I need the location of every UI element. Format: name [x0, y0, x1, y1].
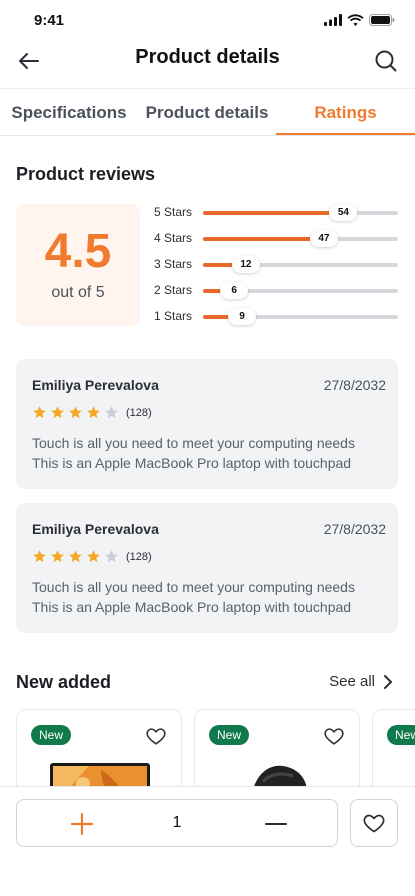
new-badge: New: [31, 725, 72, 745]
heart-icon: [363, 814, 385, 833]
nav-bar: Product details: [0, 40, 415, 84]
reviewer-name: Emiliya Perevalova: [32, 377, 159, 393]
rating-row-label: 4 Stars: [154, 231, 193, 245]
wishlist-button[interactable]: [350, 799, 398, 847]
heart-icon[interactable]: [323, 725, 345, 747]
minus-icon[interactable]: [263, 811, 289, 837]
reviewer-name: Emiliya Perevalova: [32, 521, 159, 537]
review-text-line: This is an Apple MacBook Pro laptop with…: [32, 599, 352, 615]
rating-row-label: 2 Stars: [154, 283, 193, 297]
rating-count-badge: 47: [309, 230, 338, 247]
rating-bar-track: 54: [203, 204, 398, 221]
rating-row-5: 5 Stars 54: [152, 204, 400, 230]
review-date: 27/8/2032: [323, 521, 386, 537]
reviews-section-title: Product reviews: [16, 164, 156, 184]
average-rating-box: 4.5 out of 5: [16, 204, 140, 326]
star-icon: [69, 406, 82, 419]
star-icon: [33, 550, 46, 563]
star-icon: [33, 406, 46, 419]
smartwatch-image: [253, 765, 307, 789]
product-card[interactable]: New: [372, 709, 415, 789]
star-icon: [87, 550, 100, 563]
star-icon: [87, 406, 100, 419]
status-icons: [324, 14, 395, 26]
tab-bar: Specifications Product details Ratings: [0, 88, 415, 136]
rating-bar-track: 6: [203, 282, 398, 299]
product-card[interactable]: New: [194, 709, 360, 789]
page-title: Product details: [135, 46, 280, 68]
laptop-image: [50, 763, 150, 789]
review-count: (128): [126, 550, 152, 563]
star-icon: [69, 550, 82, 563]
see-all-link[interactable]: See all: [329, 673, 393, 690]
star-icon: [105, 406, 118, 419]
bottom-action-bar: 1: [0, 786, 415, 896]
review-stars: (128): [32, 549, 152, 564]
battery-icon: [369, 14, 395, 26]
quantity-stepper: 1: [16, 799, 338, 847]
review-text-line: This is an Apple MacBook Pro laptop with…: [32, 455, 352, 471]
rating-count-badge: 54: [329, 204, 358, 221]
see-all-label: See all: [329, 673, 375, 690]
rating-row-2: 2 Stars 6: [152, 282, 400, 308]
tab-ratings[interactable]: Ratings: [276, 89, 415, 136]
search-icon[interactable]: [373, 48, 399, 74]
rating-bar-track: 9: [203, 308, 398, 325]
new-badge: New: [209, 725, 250, 745]
review-date: 27/8/2032: [323, 377, 386, 393]
review-card: Emiliya Perevalova 27/8/2032 (128) Touch…: [16, 503, 398, 633]
rating-row-label: 1 Stars: [154, 309, 193, 323]
star-icon: [51, 406, 64, 419]
review-text-line: Touch is all you need to meet your compu…: [32, 435, 355, 451]
rating-scale-label: out of 5: [51, 284, 105, 301]
rating-count-badge: 6: [220, 282, 249, 299]
product-carousel: New New New: [16, 709, 415, 789]
new-badge: New: [387, 725, 415, 745]
product-card[interactable]: New: [16, 709, 182, 789]
wifi-icon: [347, 14, 364, 26]
star-icon: [51, 550, 64, 563]
rating-row-1: 1 Stars 9: [152, 308, 400, 334]
review-text-line: Touch is all you need to meet your compu…: [32, 579, 355, 595]
review-count: (128): [126, 406, 152, 419]
rating-row-3: 3 Stars 12: [152, 256, 400, 282]
rating-bar-track: 12: [203, 256, 398, 273]
rating-row-4: 4 Stars 47: [152, 230, 400, 256]
rating-row-label: 3 Stars: [154, 257, 193, 271]
new-added-title: New added: [16, 672, 112, 692]
status-time: 9:41: [34, 12, 65, 29]
heart-icon[interactable]: [145, 725, 167, 747]
rating-bar-fill: [203, 237, 324, 241]
rating-count-badge: 12: [231, 256, 260, 273]
quantity-value[interactable]: 1: [17, 814, 337, 832]
average-rating-value: 4.5: [44, 225, 112, 278]
review-card: Emiliya Perevalova 27/8/2032 (128) Touch…: [16, 359, 398, 489]
rating-breakdown: 5 Stars 54 4 Stars 47 3 Stars 12 2 Stars…: [152, 204, 400, 334]
star-icon: [105, 550, 118, 563]
tab-product-details[interactable]: Product details: [138, 89, 276, 136]
signal-icon: [324, 14, 342, 26]
rating-row-label: 5 Stars: [154, 205, 193, 219]
chevron-right-icon: [384, 674, 392, 689]
rating-count-badge: 9: [228, 308, 256, 325]
rating-bar-fill: [203, 211, 344, 215]
rating-bar-track: 47: [203, 230, 398, 247]
review-stars: (128): [32, 405, 152, 420]
active-tab-indicator: [276, 133, 415, 135]
tab-specifications[interactable]: Specifications: [0, 89, 138, 136]
status-bar: 9:41: [0, 0, 415, 40]
